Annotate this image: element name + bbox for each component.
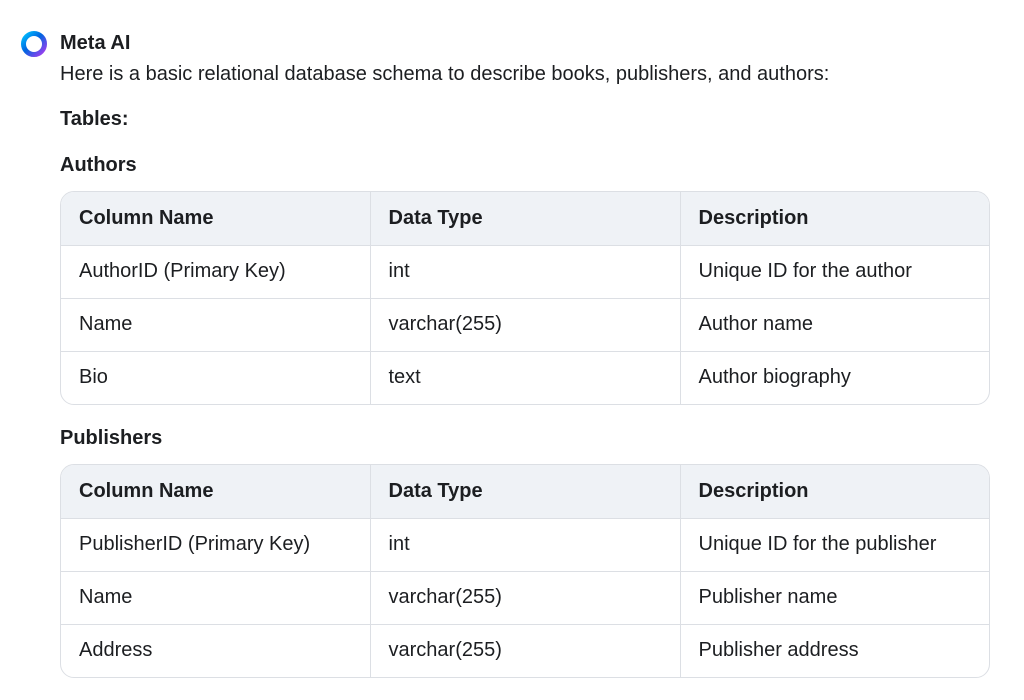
assistant-name: Meta AI bbox=[60, 32, 131, 54]
table-row: AuthorID (Primary Key) int Unique ID for… bbox=[61, 245, 989, 299]
table-cell: varchar(255) bbox=[370, 571, 681, 625]
table-row: Bio text Author biography bbox=[61, 351, 989, 404]
table-cell: PublisherID (Primary Key) bbox=[61, 518, 371, 572]
message-body: Here is a basic relational database sche… bbox=[60, 60, 990, 678]
table-cell: Unique ID for the author bbox=[680, 245, 989, 299]
message-intro: Here is a basic relational database sche… bbox=[60, 63, 830, 85]
column-header: Description bbox=[680, 465, 989, 519]
authors-table: Column Name Data Type Description Author… bbox=[60, 191, 990, 405]
table-cell: AuthorID (Primary Key) bbox=[61, 245, 371, 299]
table-cell: Name bbox=[61, 571, 371, 625]
table-row: Address varchar(255) Publisher address bbox=[61, 624, 989, 677]
table-cell: varchar(255) bbox=[370, 624, 681, 677]
table-cell: Author biography bbox=[698, 366, 851, 389]
column-header: Description bbox=[680, 192, 989, 246]
table-cell: Publisher address bbox=[698, 639, 859, 662]
tables-heading: Tables: bbox=[60, 108, 129, 130]
table-cell: Author name bbox=[680, 298, 989, 352]
table-header-row: Column Name Data Type Description bbox=[61, 465, 989, 519]
table-cell: int bbox=[370, 245, 681, 299]
meta-ai-ring-icon bbox=[21, 31, 47, 57]
table-cell: Publisher name bbox=[680, 571, 989, 625]
table-header-row: Column Name Data Type Description bbox=[61, 192, 989, 246]
column-header: Data Type bbox=[370, 465, 681, 519]
column-header: Column Name bbox=[61, 192, 371, 246]
table-cell: Bio bbox=[61, 351, 371, 404]
table-cell: Name bbox=[61, 298, 371, 352]
publishers-table: Column Name Data Type Description Publis… bbox=[60, 464, 990, 678]
publishers-table-title: Publishers bbox=[60, 427, 163, 449]
table-row: Name varchar(255) Publisher name bbox=[61, 571, 989, 625]
authors-table-title: Authors bbox=[60, 154, 137, 176]
table-row: PublisherID (Primary Key) int Unique ID … bbox=[61, 518, 989, 572]
table-row: Name varchar(255) Author name bbox=[61, 298, 989, 352]
table-cell: Unique ID for the publisher bbox=[680, 518, 989, 572]
column-header: Data Type bbox=[370, 192, 681, 246]
table-cell: varchar(255) bbox=[370, 298, 681, 352]
table-cell: Address bbox=[61, 624, 371, 677]
column-header: Column Name bbox=[61, 465, 371, 519]
table-cell: text bbox=[370, 351, 681, 404]
table-cell: int bbox=[370, 518, 681, 572]
